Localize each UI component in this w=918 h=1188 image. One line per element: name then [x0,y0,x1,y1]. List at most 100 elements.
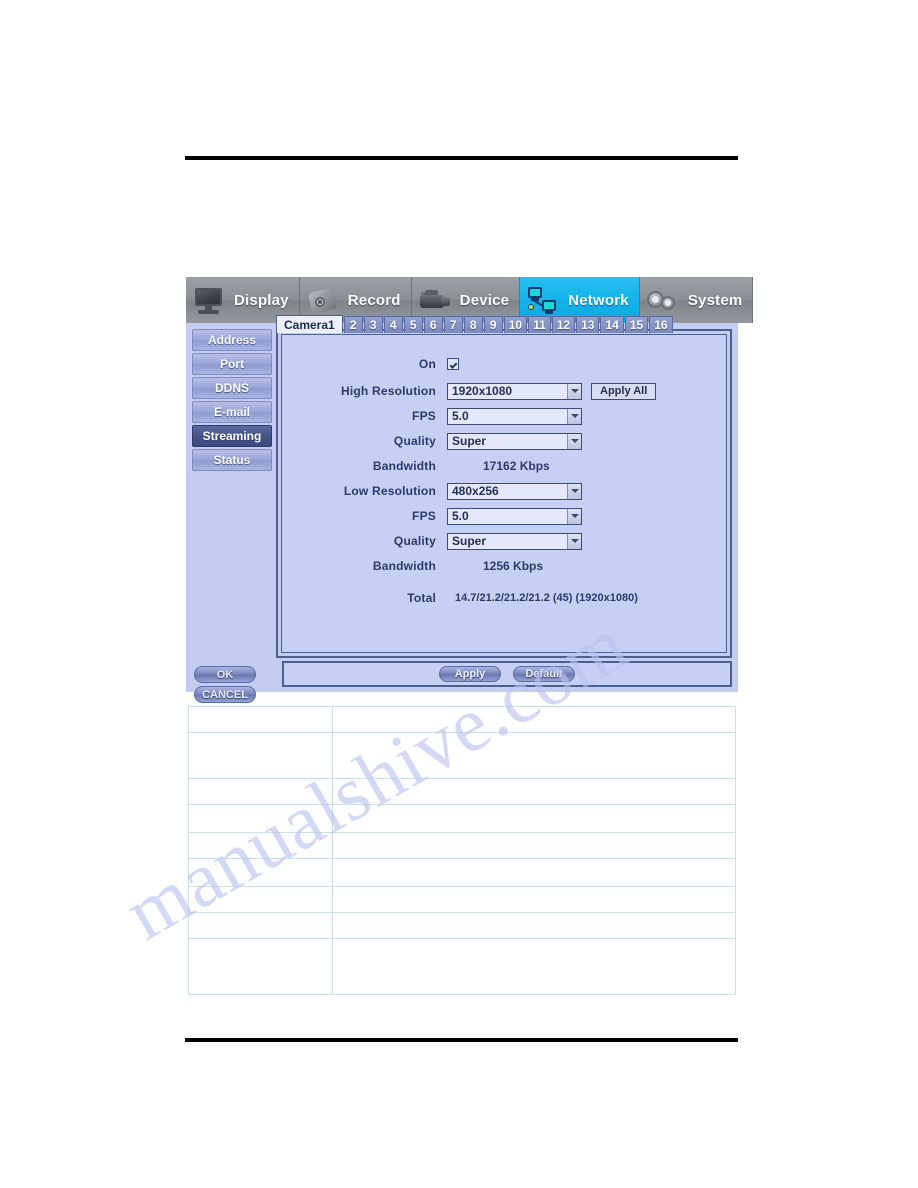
sidebar-item-address[interactable]: Address [192,329,272,351]
high-quality-select[interactable]: Super [447,432,582,450]
row-high-resolution: High Resolution 1920x1080 Apply All [282,380,726,402]
row-high-bandwidth: Bandwidth 17162 Kbps [282,455,726,477]
streaming-form: On High Resolution 1920x1080 Apply All F… [281,334,727,653]
camera-tab-label: 16 [654,318,668,332]
camera-tab-label: 5 [409,318,417,332]
default-button[interactable]: Default [513,666,575,682]
sidebar-item-ddns[interactable]: DDNS [192,377,272,399]
sidebar-item-streaming[interactable]: Streaming [192,425,272,447]
row-total: Total 14.7/21.2/21.2/21.2 (45) (1920x108… [282,587,726,609]
table-row [188,912,736,939]
on-checkbox[interactable] [447,358,459,370]
low-fps-label: FPS [412,509,436,523]
gears-icon [646,284,680,316]
low-resolution-value: 480x256 [452,484,499,498]
camera-tab-16[interactable]: 16 [649,316,673,333]
chevron-down-icon [567,508,581,524]
table-row [188,832,736,859]
streaming-panel: Camera1 2 3 4 5 6 7 8 9 10 11 12 13 14 1… [276,315,732,658]
camera-tab-label: 4 [389,318,397,332]
low-quality-select[interactable]: Super [447,532,582,550]
camera-tab-10[interactable]: 10 [503,316,528,333]
menu-item-device-label: Device [459,291,510,309]
table-cell-term [188,732,333,779]
cancel-button-label: CANCEL [202,688,248,701]
table-row [188,886,736,913]
camera-tab-11[interactable]: 11 [528,316,551,333]
camera-tab-label: 8 [469,318,477,332]
camera-tab-2[interactable]: 2 [343,316,363,333]
high-fps-select[interactable]: 5.0 [447,407,582,425]
camera-tab-label: 14 [605,318,619,332]
low-quality-value: Super [452,534,487,548]
apply-all-button[interactable]: Apply All [591,382,657,400]
table-cell-description [332,938,736,995]
camera-tab-label: 12 [556,318,571,332]
table-cell-term [188,938,333,995]
camera-tab-strip: Camera1 2 3 4 5 6 7 8 9 10 11 12 13 14 1… [276,315,674,333]
camera-tab-3[interactable]: 3 [363,316,383,333]
low-fps-select[interactable]: 5.0 [447,507,582,525]
table-cell-description [332,804,736,833]
menu-item-system-label: System [687,291,743,309]
camera-tab-9[interactable]: 9 [483,316,503,333]
camera-tab-label: 9 [489,318,497,332]
sidebar-item-email[interactable]: E-mail [192,401,272,423]
sidebar-item-port[interactable]: Port [192,353,272,375]
cancel-button[interactable]: CANCEL [194,686,256,703]
table-row [188,706,736,733]
total-value: 14.7/21.2/21.2/21.2 (45) (1920x1080) [455,592,638,604]
row-on: On [282,353,726,375]
page-footer-rule [185,1038,738,1042]
low-resolution-label: Low Resolution [343,484,436,498]
camera-tab-7[interactable]: 7 [443,316,463,333]
low-resolution-select[interactable]: 480x256 [447,482,582,500]
camera-tab-12[interactable]: 12 [551,316,576,333]
recorder-icon [306,284,340,316]
camera-tab-14[interactable]: 14 [600,316,624,333]
camera-tab-8[interactable]: 8 [463,316,483,333]
table-row [188,732,736,779]
chevron-down-icon [567,433,581,449]
camera-tab-13[interactable]: 13 [576,316,600,333]
high-resolution-select[interactable]: 1920x1080 [447,382,582,400]
apply-button[interactable]: Apply [439,666,501,682]
camera-tab-4[interactable]: 4 [383,316,403,333]
table-cell-description [332,778,736,805]
settings-content: Camera1 2 3 4 5 6 7 8 9 10 11 12 13 14 1… [276,315,738,692]
dialog-footer: Apply Default [282,661,732,687]
network-setup-dialog: Display Record Device Network System Add… [186,277,754,703]
sidebar-item-status[interactable]: Status [192,449,272,471]
high-bandwidth-label: Bandwidth [372,459,436,473]
camera-tab-6[interactable]: 6 [423,316,443,333]
description-table-body [188,706,736,995]
camcorder-icon [418,284,452,316]
high-quality-value: Super [452,434,487,448]
row-high-fps: FPS 5.0 [282,405,726,427]
table-cell-term [188,706,333,733]
camera-tab-15[interactable]: 15 [624,316,649,333]
table-cell-term [188,912,333,939]
chevron-down-icon [567,483,581,499]
low-fps-value: 5.0 [452,509,469,523]
camera-tab-1[interactable]: Camera1 [276,315,343,333]
high-bandwidth-value: 17162 Kbps [483,459,550,473]
dialog-body: Address Port DDNS E-mail Streaming Statu… [186,315,738,703]
camera-tab-5[interactable]: 5 [403,316,423,333]
high-fps-value: 5.0 [452,409,469,423]
low-bandwidth-value: 1256 Kbps [483,559,544,573]
ok-button[interactable]: OK [194,666,256,683]
camera-tab-label: 15 [629,318,644,332]
camera-tab-label: Camera1 [284,318,335,332]
high-resolution-value: 1920x1080 [452,384,513,398]
default-button-label: Default [525,668,563,680]
high-quality-label: Quality [393,434,436,448]
table-cell-description [332,858,736,887]
row-low-fps: FPS 5.0 [282,505,726,527]
menu-item-network-label: Network [568,291,629,309]
high-resolution-label: High Resolution [341,384,436,398]
apply-all-label: Apply All [600,385,648,397]
sidebar-item-label: Address [207,333,257,347]
sidebar-item-label: E-mail [213,405,250,419]
low-quality-label: Quality [393,534,436,548]
